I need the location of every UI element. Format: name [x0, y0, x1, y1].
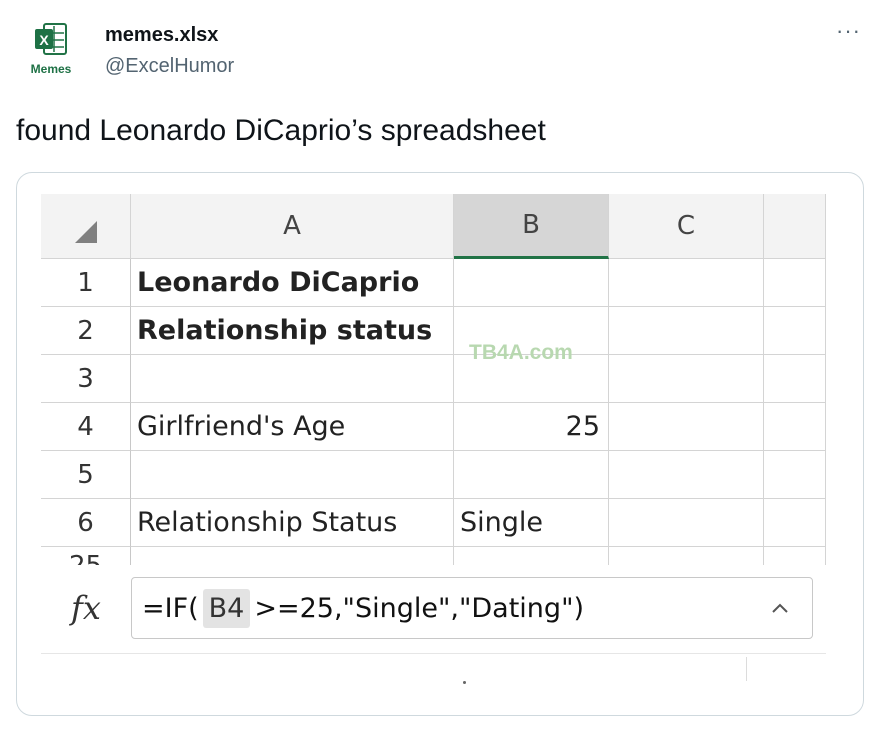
formula-bar: fx =IF( B4 >=25,"Single","Dating"): [41, 565, 826, 659]
cell-d6[interactable]: [764, 499, 826, 547]
scroll-dot: [463, 681, 466, 684]
row-number[interactable]: 3: [41, 355, 131, 403]
tweet-text: found Leonardo DiCaprio’s spreadsheet: [16, 114, 546, 147]
cell-d3[interactable]: [764, 355, 826, 403]
excel-logo-icon: X: [35, 23, 67, 55]
cell-c2[interactable]: [609, 307, 764, 355]
cell-a6[interactable]: Relationship Status: [131, 499, 454, 547]
cell-a1[interactable]: Leonardo DiCaprio: [131, 259, 454, 307]
cell-b1[interactable]: [454, 259, 609, 307]
tweet-media-image[interactable]: A B C 1 Leonardo DiCaprio 2 Relationship…: [16, 172, 864, 716]
select-all-triangle-icon: [75, 221, 97, 243]
formula-input[interactable]: =IF( B4 >=25,"Single","Dating"): [131, 577, 813, 639]
row-number[interactable]: 5: [41, 451, 131, 499]
column-header-c[interactable]: C: [609, 194, 764, 259]
cell-b4[interactable]: 25: [454, 403, 609, 451]
cell-a5[interactable]: [131, 451, 454, 499]
watermark: TB4A.com: [469, 341, 573, 364]
cell-c3[interactable]: [609, 355, 764, 403]
cell-c6[interactable]: [609, 499, 764, 547]
avatar-letter: X: [39, 32, 49, 48]
avatar-label: Memes: [30, 62, 72, 76]
row-number[interactable]: 6: [41, 499, 131, 547]
cell-c4[interactable]: [609, 403, 764, 451]
more-options-icon[interactable]: ···: [836, 18, 861, 44]
divider: [746, 657, 747, 681]
formula-prefix: =IF(: [142, 592, 199, 624]
cell-d1[interactable]: [764, 259, 826, 307]
avatar[interactable]: X Memes: [16, 14, 86, 84]
column-header-b[interactable]: B: [454, 194, 609, 259]
cell-d2[interactable]: [764, 307, 826, 355]
cell-b5[interactable]: [454, 451, 609, 499]
formula-bar-divider: [41, 653, 826, 654]
cell-b6[interactable]: Single: [454, 499, 609, 547]
spreadsheet: A B C 1 Leonardo DiCaprio 2 Relationship…: [41, 194, 826, 595]
display-name[interactable]: memes.xlsx: [105, 24, 218, 47]
column-header-a[interactable]: A: [131, 194, 454, 259]
formula-suffix: >=25,"Single","Dating"): [254, 592, 585, 624]
row-number[interactable]: 4: [41, 403, 131, 451]
formula-cell-reference: B4: [202, 588, 251, 628]
row-number[interactable]: 2: [41, 307, 131, 355]
cell-a3[interactable]: [131, 355, 454, 403]
spreadsheet-grid: A B C 1 Leonardo DiCaprio 2 Relationship…: [41, 194, 826, 595]
cell-c5[interactable]: [609, 451, 764, 499]
row-number[interactable]: 1: [41, 259, 131, 307]
cell-a2[interactable]: Relationship status: [131, 307, 454, 355]
column-header-d[interactable]: [764, 194, 826, 259]
function-icon[interactable]: fx: [71, 589, 101, 627]
cell-d5[interactable]: [764, 451, 826, 499]
cell-c1[interactable]: [609, 259, 764, 307]
cell-a4[interactable]: Girlfriend's Age: [131, 403, 454, 451]
chevron-up-icon[interactable]: [769, 597, 791, 619]
user-handle[interactable]: @ExcelHumor: [105, 55, 234, 78]
cell-d4[interactable]: [764, 403, 826, 451]
